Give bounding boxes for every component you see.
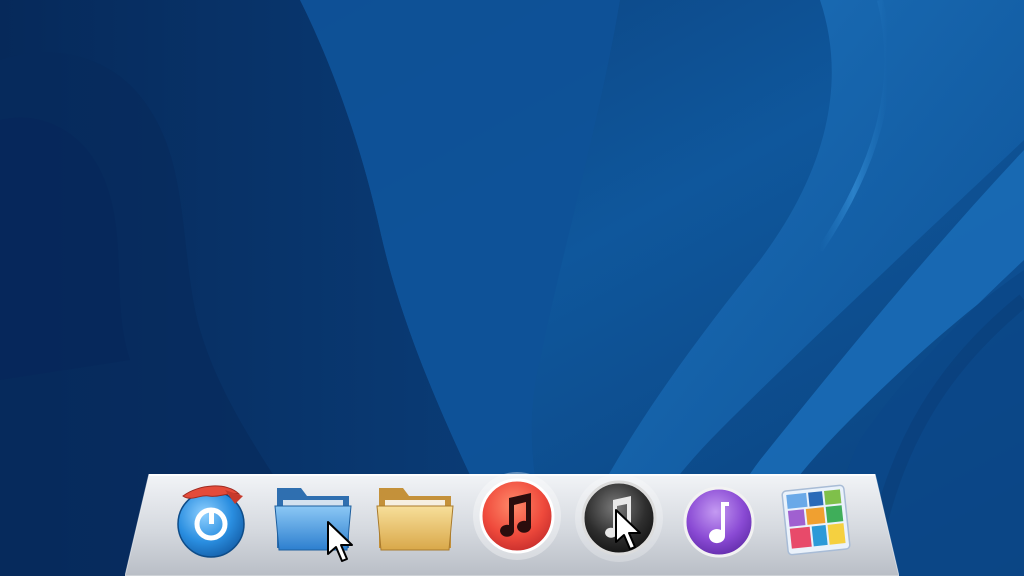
dock bbox=[125, 472, 899, 576]
dock-item-browser[interactable] bbox=[169, 478, 253, 562]
dock-item-blue-folder[interactable] bbox=[271, 478, 355, 562]
itunes-dark-icon bbox=[575, 474, 663, 562]
dock-item-yellow-folder[interactable] bbox=[373, 478, 457, 562]
dock-item-itunes-dark[interactable] bbox=[573, 470, 665, 562]
dock-item-itunes[interactable] bbox=[471, 468, 563, 560]
tile-app-icon bbox=[781, 484, 851, 556]
dock-item-music[interactable] bbox=[677, 478, 761, 562]
dock-item-tile-app[interactable] bbox=[777, 478, 861, 562]
music-purple-icon bbox=[683, 486, 755, 558]
itunes-red-icon bbox=[473, 472, 561, 560]
yellow-folder-icon bbox=[376, 488, 454, 551]
browser-globe-icon bbox=[177, 485, 245, 558]
blue-folder-icon bbox=[274, 488, 352, 551]
desktop bbox=[0, 0, 1024, 576]
